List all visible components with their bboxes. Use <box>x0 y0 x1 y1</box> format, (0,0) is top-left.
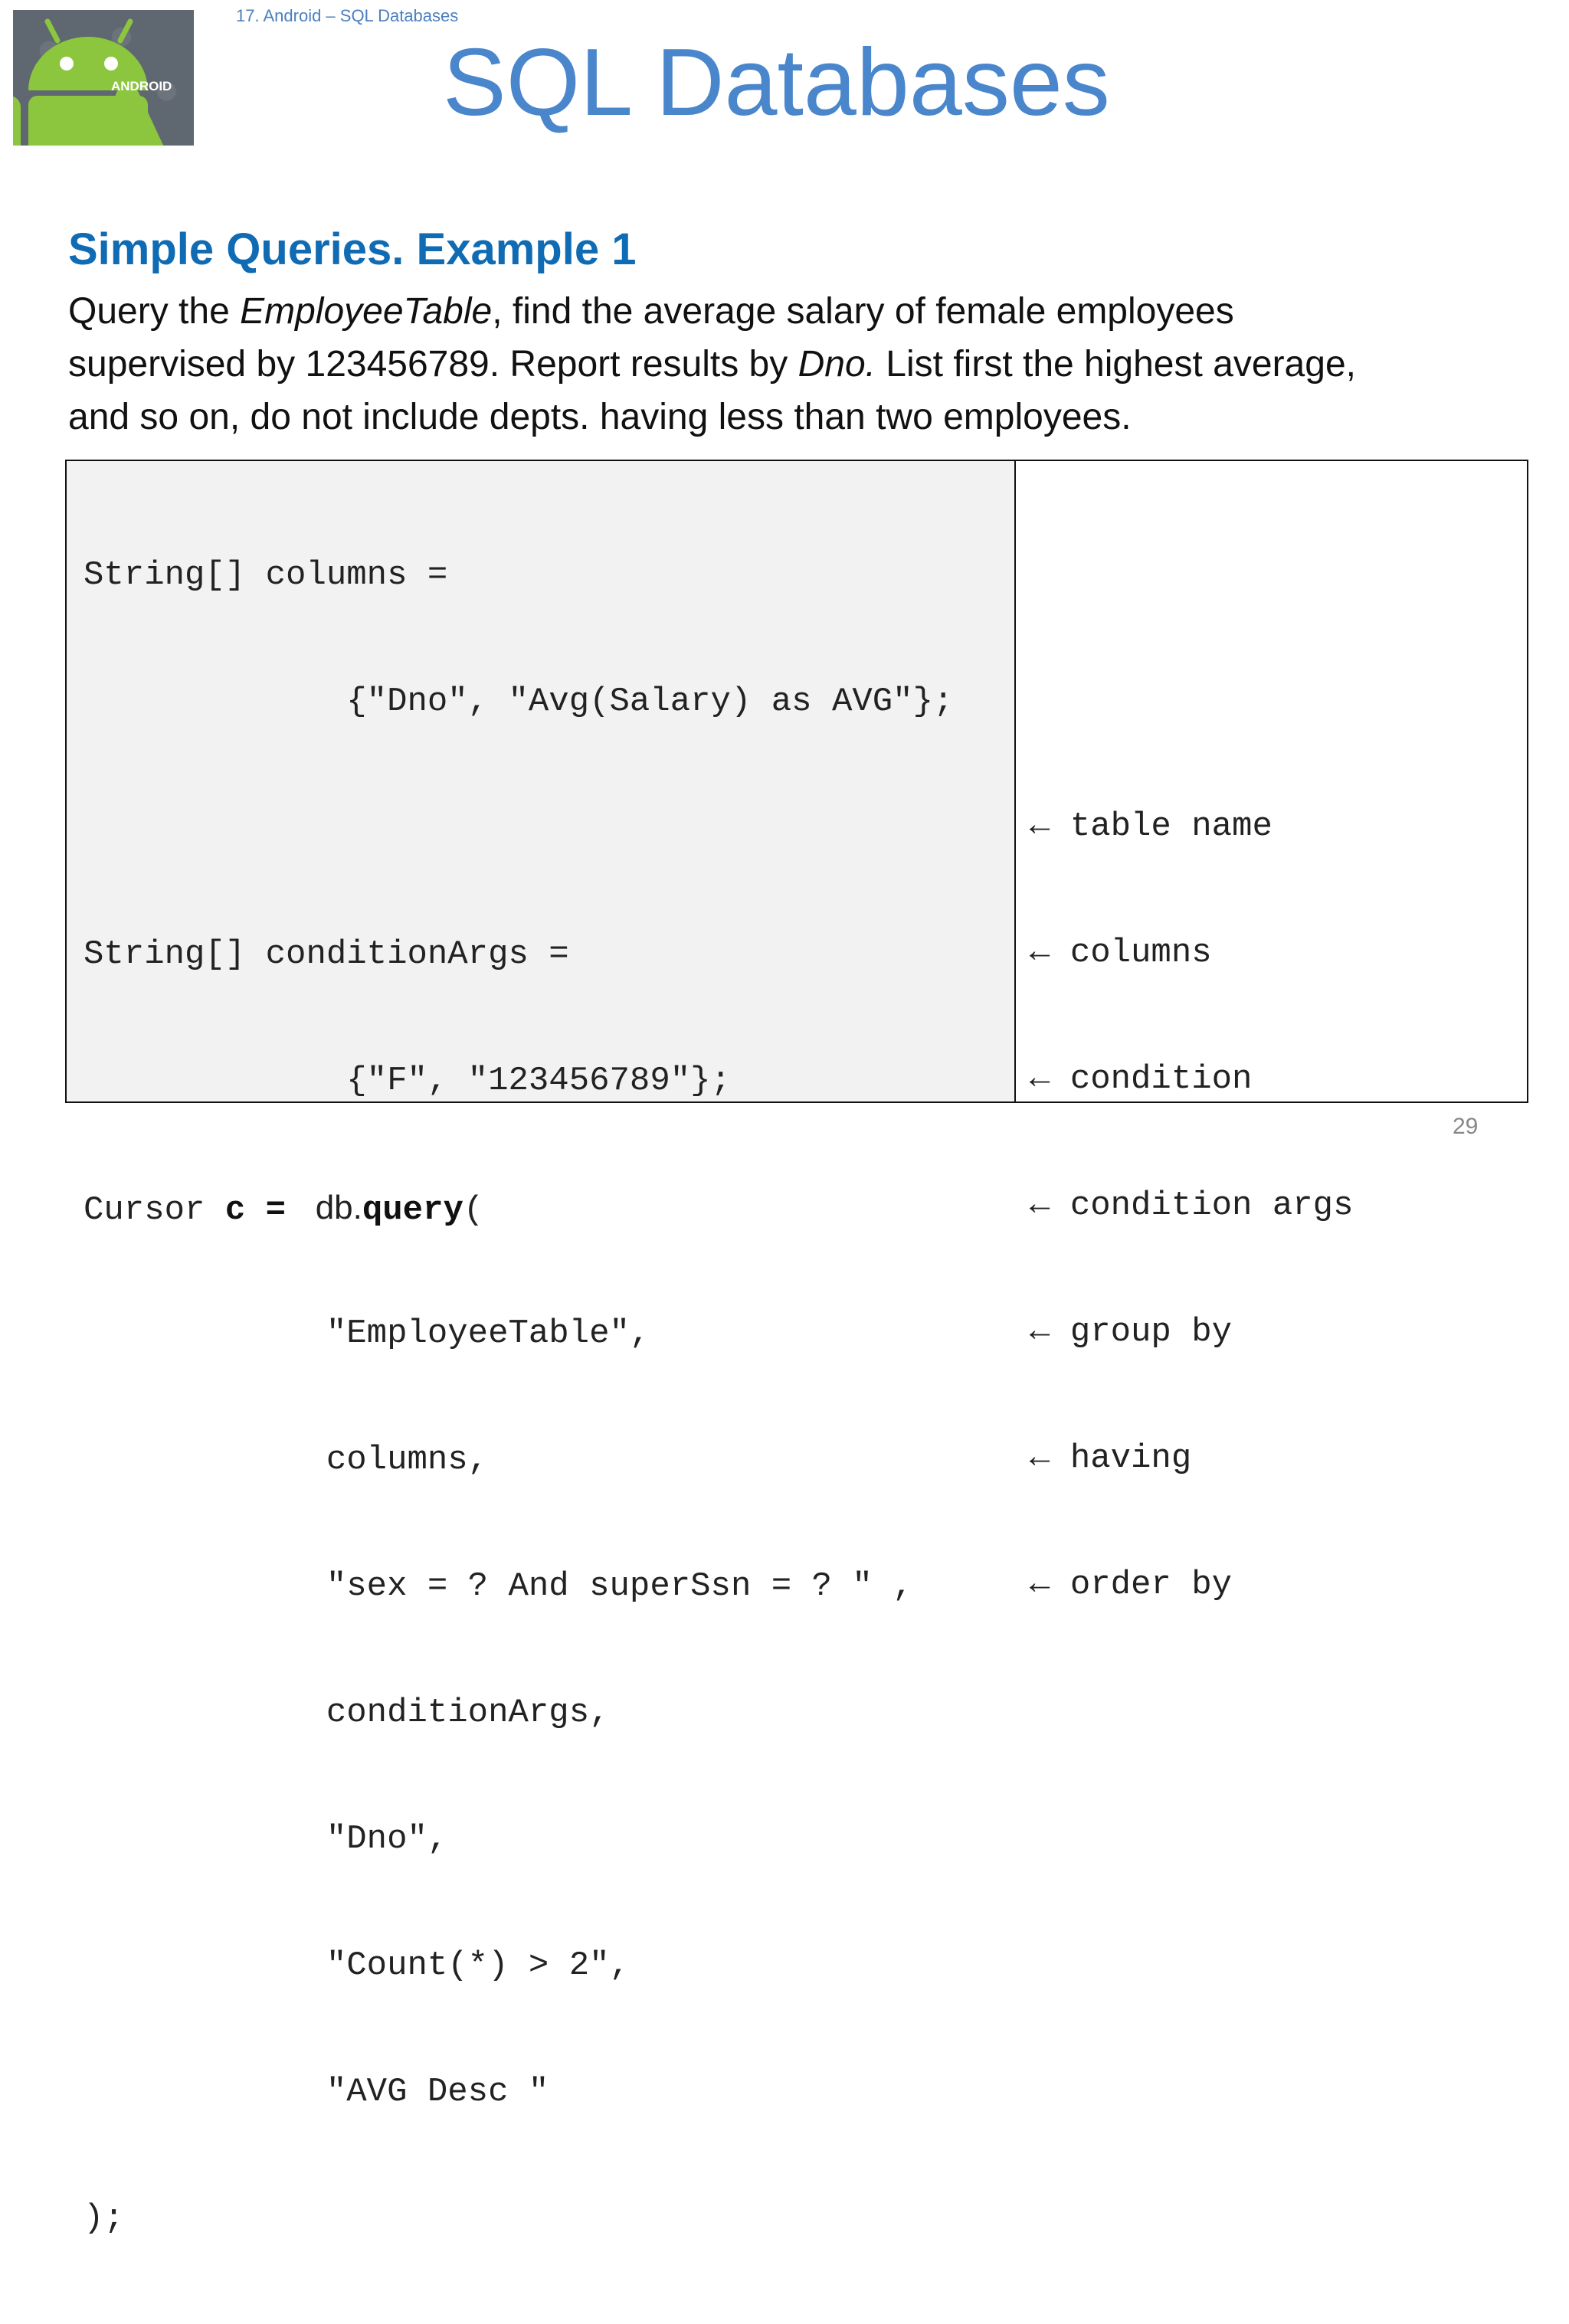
code-line: {"F", "123456789"}; <box>84 1062 731 1100</box>
annotation-label: order by <box>1069 1566 1233 1604</box>
description-text: supervised by 123456789. Report results … <box>68 344 798 385</box>
description-line-2: supervised by 123456789. Report results … <box>68 338 1539 391</box>
code-line: "AVG Desc " <box>84 2073 549 2111</box>
code-line: "EmployeeTable", <box>84 1314 650 1353</box>
code-line: {"Dno", "Avg(Salary) as AVG"}; <box>84 682 954 721</box>
annotation-item: ← group by <box>1030 1311 1353 1353</box>
left-arrow-icon: ← <box>1030 1566 1050 1604</box>
code-line: columns, <box>84 1441 489 1479</box>
description-emphasis: Dno. <box>798 344 876 385</box>
code-token: db. <box>306 1189 362 1226</box>
annotation-item: ← columns <box>1030 932 1353 974</box>
left-arrow-icon: ← <box>1030 934 1050 972</box>
annotation-list: ← table name ← columns ← condition ← con… <box>1030 722 1353 1691</box>
annotation-item: ← condition args <box>1030 1185 1353 1227</box>
page-number: 29 <box>1453 1114 1479 1139</box>
code-line: String[] conditionArgs = <box>84 935 569 974</box>
android-logo-icon: ANDROID <box>13 18 172 146</box>
description: Query the EmployeeTable, find the averag… <box>68 285 1539 444</box>
description-text: Query the <box>68 291 241 332</box>
annotation-item: ← order by <box>1030 1564 1353 1606</box>
code-line: ); <box>84 2199 124 2237</box>
code-token-bold: c = <box>224 1191 306 1229</box>
code-line: "Count(*) > 2", <box>84 1946 630 1985</box>
annotation-label: table name <box>1069 807 1273 846</box>
description-text: List first the highest average, <box>875 344 1356 385</box>
left-arrow-icon: ← <box>1030 1060 1050 1098</box>
android-logo: ANDROID <box>13 10 194 146</box>
page-title: SQL Databases <box>443 30 1110 136</box>
annotation-label: condition <box>1069 1060 1253 1098</box>
annotation-item: ← condition <box>1030 1059 1353 1101</box>
description-line-1: Query the EmployeeTable, find the averag… <box>68 285 1539 338</box>
annotation-label: condition args <box>1069 1187 1354 1225</box>
code-block: String[] columns = {"Dno", "Avg(Salary) … <box>84 470 953 2324</box>
code-token: Cursor <box>84 1191 225 1229</box>
description-text: , find the average salary of female empl… <box>492 291 1234 332</box>
android-logo-text: ANDROID <box>111 79 172 93</box>
code-line-cursor: Cursor c = db.query( <box>84 1187 953 1229</box>
annotation-item: ← having <box>1030 1438 1353 1480</box>
code-table: String[] columns = {"Dno", "Avg(Salary) … <box>65 460 1528 2237</box>
left-arrow-icon: ← <box>1030 1187 1050 1225</box>
left-arrow-icon: ← <box>1030 1313 1050 1351</box>
code-line: "Dno", <box>84 1820 448 1858</box>
annotation-label: group by <box>1069 1313 1233 1351</box>
annotation-cell: ← table name ← columns ← condition ← con… <box>1016 461 1527 1604</box>
annotation-label: columns <box>1069 934 1212 972</box>
left-arrow-icon: ← <box>1030 1439 1050 1478</box>
section-heading: Simple Queries. Example 1 <box>68 224 637 274</box>
code-token: ( <box>463 1191 484 1229</box>
annotation-item: ← table name <box>1030 806 1353 848</box>
code-token-bold: query <box>362 1191 463 1229</box>
code-cell: String[] columns = {"Dno", "Avg(Salary) … <box>67 461 1016 2237</box>
code-line: "sex = ? And superSsn = ? " , <box>84 1567 913 1606</box>
breadcrumb: 17. Android – SQL Databases <box>236 6 459 25</box>
code-line: String[] columns = <box>84 556 448 594</box>
description-line-3: and so on, do not include depts. having … <box>68 397 1132 437</box>
left-arrow-icon: ← <box>1030 807 1050 846</box>
description-emphasis: EmployeeTable <box>240 291 493 332</box>
annotation-label: having <box>1069 1439 1192 1478</box>
code-line: conditionArgs, <box>84 1694 610 1732</box>
